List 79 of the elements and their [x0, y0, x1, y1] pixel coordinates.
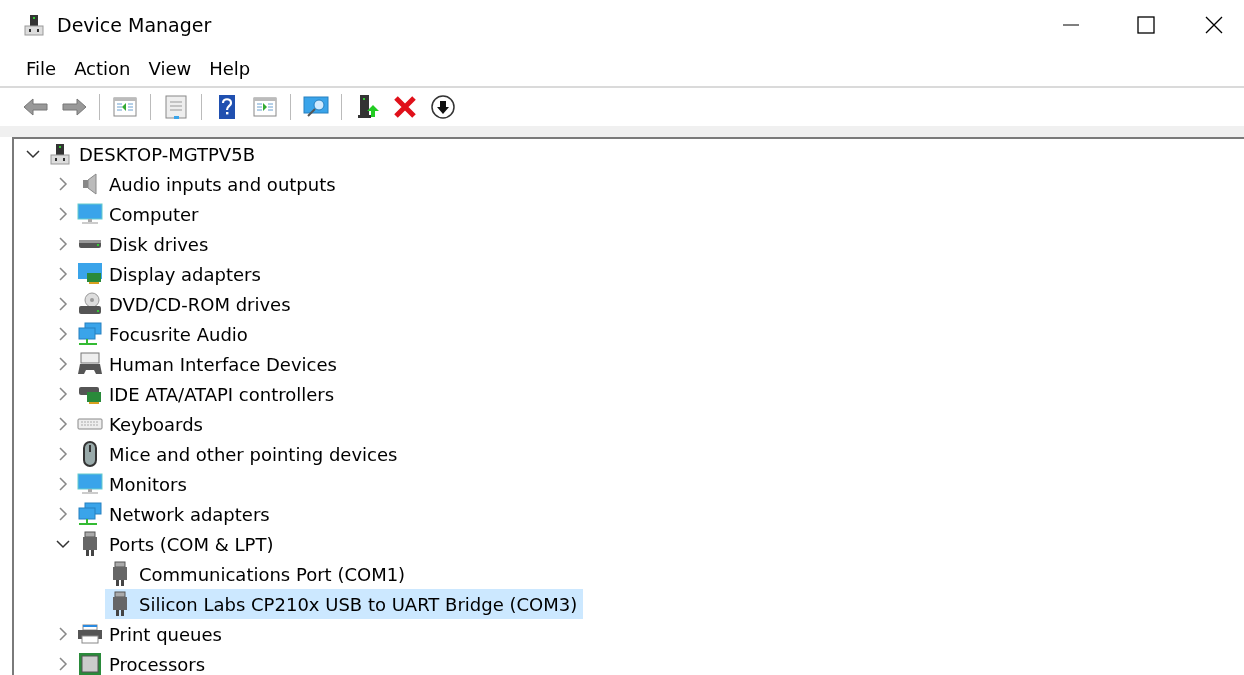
tree-item[interactable]: Monitors	[75, 469, 193, 499]
printer-icon	[77, 623, 103, 645]
expand-chevron-icon[interactable]	[58, 477, 68, 491]
collapse-chevron-icon[interactable]	[26, 149, 40, 159]
port-connector-icon	[110, 591, 130, 617]
tree-item-label: IDE ATA/ATAPI controllers	[109, 383, 335, 405]
tree-item[interactable]: Computer	[75, 199, 205, 229]
disable-device-button[interactable]	[428, 92, 458, 122]
tree-item[interactable]: Ports (COM & LPT)	[75, 529, 280, 559]
tree-item-label: Silicon Labs CP210x USB to UART Bridge (COM3)	[139, 593, 578, 615]
tree-item-label: Network adapters	[109, 503, 270, 525]
menu-item[interactable]: Action	[65, 55, 140, 81]
monitor-icon	[77, 473, 103, 495]
expand-chevron-icon[interactable]	[58, 447, 68, 461]
minimize-icon	[1063, 24, 1079, 26]
tree-item-label: Communications Port (COM1)	[139, 563, 406, 585]
tree-item[interactable]: DVD/CD-ROM drives	[75, 289, 297, 319]
app-icon	[24, 14, 44, 36]
expand-chevron-icon[interactable]	[58, 357, 68, 371]
expand-chevron-icon[interactable]	[58, 177, 68, 191]
port-connector-icon	[80, 531, 100, 557]
tree-item-label: Processors	[109, 653, 206, 675]
disk-drive-icon	[79, 240, 101, 248]
computer-icon	[50, 143, 70, 165]
tree-item[interactable]: Print queues	[75, 619, 228, 649]
tree-item[interactable]: Display adapters	[75, 259, 267, 289]
network-computers-icon	[77, 322, 103, 346]
menu-item[interactable]: View	[139, 55, 201, 81]
expand-chevron-icon[interactable]	[58, 327, 68, 341]
tree-item-label: DVD/CD-ROM drives	[109, 293, 291, 315]
expand-chevron-icon[interactable]	[58, 207, 68, 221]
properties-icon	[162, 93, 190, 121]
mouse-icon	[80, 441, 100, 467]
optical-drive-icon	[77, 292, 103, 316]
expand-chevron-icon[interactable]	[58, 297, 68, 311]
expand-chevron-icon[interactable]	[58, 657, 68, 671]
tree-item-label: Focusrite Audio	[109, 323, 248, 345]
menu-item[interactable]: Help	[200, 55, 260, 81]
tree-item[interactable]: Network adapters	[75, 499, 276, 529]
tree-item-label: DESKTOP-MGTPV5B	[79, 143, 255, 165]
tree-item[interactable]: Processors	[75, 649, 212, 675]
expand-chevron-icon[interactable]	[58, 627, 68, 641]
tree-item-label: Human Interface Devices	[109, 353, 337, 375]
tree-item-label: Mice and other pointing devices	[109, 443, 398, 465]
tree-item[interactable]: Disk drives	[75, 229, 215, 259]
monitor-icon	[77, 203, 103, 225]
network-computers-icon	[77, 502, 103, 526]
tree-item[interactable]: Mice and other pointing devices	[75, 439, 404, 469]
tree-item[interactable]: Communications Port (COM1)	[105, 559, 412, 589]
expand-chevron-icon[interactable]	[58, 237, 68, 251]
tree-item-label: Audio inputs and outputs	[109, 173, 336, 195]
tree-item[interactable]: Focusrite Audio	[75, 319, 254, 349]
close-icon	[1205, 16, 1223, 34]
tree-item-label: Print queues	[109, 623, 222, 645]
tree-item[interactable]: IDE ATA/ATAPI controllers	[75, 379, 341, 409]
menu-item[interactable]: File	[17, 55, 66, 81]
tree-item[interactable]: Audio inputs and outputs	[75, 169, 342, 199]
tree-item-label: Disk drives	[109, 233, 209, 255]
tree-item-label: Computer	[109, 203, 199, 225]
port-connector-icon	[110, 561, 130, 587]
window-title: Device Manager	[57, 14, 212, 36]
keyboard-mouse-icon	[77, 352, 103, 376]
maximize-icon	[1137, 16, 1155, 34]
tree-item-label: Display adapters	[109, 263, 261, 285]
tree-item-label: Monitors	[109, 473, 187, 495]
expand-chevron-icon[interactable]	[58, 507, 68, 521]
tree-item[interactable]: Human Interface Devices	[75, 349, 343, 379]
disable-device-icon	[429, 93, 457, 121]
tree-item-label: Keyboards	[109, 413, 203, 435]
tree-item[interactable]: DESKTOP-MGTPV5B	[45, 139, 261, 169]
tree-item[interactable]: Silicon Labs CP210x USB to UART Bridge (COM3)	[105, 589, 584, 619]
display-adapter-icon	[77, 262, 103, 286]
collapse-chevron-icon[interactable]	[56, 539, 70, 549]
expand-chevron-icon[interactable]	[58, 387, 68, 401]
expand-chevron-icon[interactable]	[58, 417, 68, 431]
tree-item[interactable]: Keyboards	[75, 409, 209, 439]
expand-chevron-icon[interactable]	[58, 267, 68, 281]
processor-chip-icon	[78, 652, 102, 675]
tree-item-label: Ports (COM & LPT)	[109, 533, 274, 555]
